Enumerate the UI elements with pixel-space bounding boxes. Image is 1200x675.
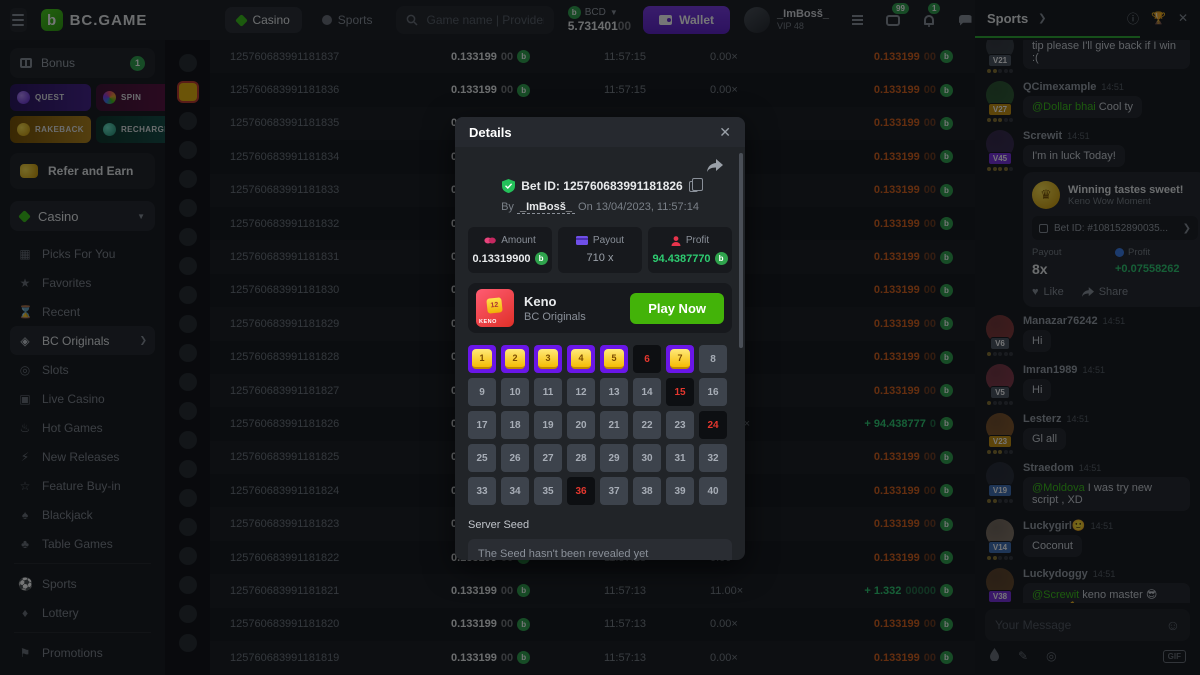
- keno-number-10[interactable]: 10: [501, 378, 529, 406]
- modal-scrollbar[interactable]: [739, 153, 743, 348]
- profit-person-icon: [671, 236, 681, 246]
- keno-number-18[interactable]: 18: [501, 411, 529, 439]
- keno-number-28[interactable]: 28: [567, 444, 595, 472]
- keno-number-32[interactable]: 32: [699, 444, 727, 472]
- keno-number-39[interactable]: 39: [666, 477, 694, 505]
- bet-stats: Amount 0.13319900b Payout 710 x Profit 9…: [455, 213, 745, 273]
- keno-number-24[interactable]: 24: [699, 411, 727, 439]
- keno-number-13[interactable]: 13: [600, 378, 628, 406]
- keno-number-21[interactable]: 21: [600, 411, 628, 439]
- selected-gold-tile: 1: [472, 349, 492, 369]
- amount-coins-icon: [484, 236, 496, 245]
- keno-number-12[interactable]: 12: [567, 378, 595, 406]
- game-name: Keno: [524, 294, 586, 309]
- keno-number-14[interactable]: 14: [633, 378, 661, 406]
- play-now-button[interactable]: Play Now: [630, 293, 724, 324]
- selected-gold-tile: 4: [571, 349, 591, 369]
- keno-number-22[interactable]: 22: [633, 411, 661, 439]
- keno-number-20[interactable]: 20: [567, 411, 595, 439]
- keno-number-30[interactable]: 30: [633, 444, 661, 472]
- keno-number-8[interactable]: 8: [699, 345, 727, 373]
- bet-datetime: 13/04/2023, 11:57:14: [596, 201, 699, 213]
- keno-number-3[interactable]: 3: [534, 345, 562, 373]
- server-seed-value: The Seed hasn't been revealed yet: [468, 539, 732, 560]
- keno-number-5[interactable]: 5: [600, 345, 628, 373]
- keno-number-7[interactable]: 7: [666, 345, 694, 373]
- bcd-coin-icon: b: [715, 252, 728, 265]
- keno-number-33[interactable]: 33: [468, 477, 496, 505]
- stat-profit: Profit 94.4387770b: [648, 227, 732, 273]
- keno-number-34[interactable]: 34: [501, 477, 529, 505]
- keno-number-16[interactable]: 16: [699, 378, 727, 406]
- selected-gold-tile: 7: [670, 349, 690, 369]
- keno-number-17[interactable]: 17: [468, 411, 496, 439]
- keno-number-4[interactable]: 4: [567, 345, 595, 373]
- modal-close-icon[interactable]: ✕: [719, 124, 731, 141]
- game-provider: BC Originals: [524, 311, 586, 323]
- keno-number-26[interactable]: 26: [501, 444, 529, 472]
- selected-gold-tile: 3: [538, 349, 558, 369]
- keno-number-35[interactable]: 35: [534, 477, 562, 505]
- game-card: 12 KENO Keno BC Originals Play Now: [468, 283, 732, 333]
- keno-number-11[interactable]: 11: [534, 378, 562, 406]
- stat-payout: Payout 710 x: [558, 227, 642, 273]
- modal-header: Details ✕: [455, 117, 745, 147]
- keno-number-25[interactable]: 25: [468, 444, 496, 472]
- keno-number-15[interactable]: 15: [666, 378, 694, 406]
- bcd-coin-icon: b: [535, 252, 548, 265]
- keno-number-37[interactable]: 37: [600, 477, 628, 505]
- keno-number-40[interactable]: 40: [699, 477, 727, 505]
- server-seed-label: Server Seed: [455, 505, 745, 531]
- keno-number-2[interactable]: 2: [501, 345, 529, 373]
- payout-card-icon: [576, 236, 588, 245]
- selected-gold-tile: 5: [604, 349, 624, 369]
- stat-amount: Amount 0.13319900b: [468, 227, 552, 273]
- keno-number-29[interactable]: 29: [600, 444, 628, 472]
- bet-id: Bet ID: 125760683991181826: [521, 179, 682, 193]
- keno-number-1[interactable]: 1: [468, 345, 496, 373]
- bet-details-modal: Details ✕ Bet ID: 125760683991181826 By …: [455, 117, 745, 560]
- keno-number-36[interactable]: 36: [567, 477, 595, 505]
- keno-number-27[interactable]: 27: [534, 444, 562, 472]
- keno-number-38[interactable]: 38: [633, 477, 661, 505]
- keno-game-icon: 12 KENO: [476, 289, 514, 327]
- keno-number-23[interactable]: 23: [666, 411, 694, 439]
- player-link[interactable]: _ImBosš_: [517, 201, 575, 214]
- modal-title: Details: [469, 125, 719, 140]
- keno-number-grid: 1234567891011121314151617181920212223242…: [455, 333, 745, 505]
- keno-number-31[interactable]: 31: [666, 444, 694, 472]
- verified-shield-icon: [502, 179, 515, 193]
- keno-number-6[interactable]: 6: [633, 345, 661, 373]
- selected-gold-tile: 2: [505, 349, 525, 369]
- copy-icon[interactable]: [689, 181, 698, 192]
- keno-number-9[interactable]: 9: [468, 378, 496, 406]
- share-icon[interactable]: [707, 159, 723, 177]
- keno-number-19[interactable]: 19: [534, 411, 562, 439]
